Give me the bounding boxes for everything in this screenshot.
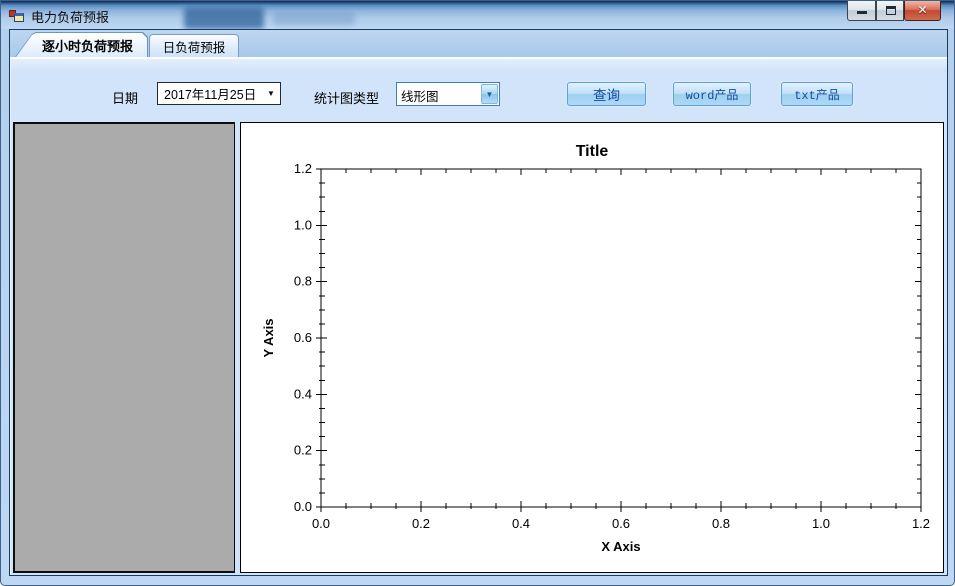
tab-strip: 逐小时负荷预报 日负荷预报 xyxy=(10,30,947,57)
maximize-button[interactable] xyxy=(876,1,904,21)
svg-text:Title: Title xyxy=(576,143,609,160)
svg-text:1.2: 1.2 xyxy=(912,516,930,531)
chart-panel: 0.0 0.2 0.4 0.6 0.8 1.0 1.2 0.0 0.2 0.4 0.6 0.8 1.0 1… xyxy=(240,122,944,573)
tab-label: 逐小时负荷预报 xyxy=(16,33,147,57)
chevron-down-icon: ▼ xyxy=(481,84,498,104)
chart-type-label: 统计图类型 xyxy=(314,91,380,106)
titlebar: 电力负荷预报 ✕ xyxy=(1,1,954,29)
tab-page: 日期 2017年11月25日 ▼ 统计图类型 线形图 ▼ 查询 word产品 t… xyxy=(10,57,947,575)
chart-type-value: 线形图 xyxy=(401,90,439,104)
svg-text:Y Axis: Y Axis xyxy=(261,318,276,357)
tab-hourly-forecast[interactable]: 逐小时负荷预报 xyxy=(15,32,148,57)
chart-svg: 0.0 0.2 0.4 0.6 0.8 1.0 1.2 0.0 0.2 0.4 0.6 0.8 1.0 1… xyxy=(261,143,930,554)
word-export-button[interactable]: word产品 xyxy=(673,82,751,106)
date-label: 日期 xyxy=(112,91,139,106)
query-button[interactable]: 查询 xyxy=(567,82,646,106)
maximize-icon xyxy=(886,6,896,15)
client-area: 逐小时负荷预报 日负荷预报 日期 2017年11月25日 ▼ 统计图类型 线形图… xyxy=(9,29,948,576)
svg-text:0.6: 0.6 xyxy=(294,330,312,345)
date-value: 2017年11月25日 xyxy=(164,88,257,102)
app-window: 电力负荷预报 ✕ 逐小时负荷预报 日负荷预报 日期 2017年11月25日 ▼ … xyxy=(0,0,955,586)
date-picker[interactable]: 2017年11月25日 ▼ xyxy=(157,82,281,105)
tab-daily-forecast[interactable]: 日负荷预报 xyxy=(149,34,239,57)
svg-text:X Axis: X Axis xyxy=(601,539,640,554)
tab-label: 日负荷预报 xyxy=(162,40,226,55)
svg-text:0.0: 0.0 xyxy=(312,516,330,531)
window-title: 电力负荷预报 xyxy=(31,10,110,25)
titlebar-smudge xyxy=(273,11,355,25)
svg-text:0.8: 0.8 xyxy=(294,274,312,289)
txt-export-button[interactable]: txt产品 xyxy=(781,82,853,106)
svg-text:1.0: 1.0 xyxy=(812,516,830,531)
app-icon xyxy=(9,7,25,23)
svg-text:0.8: 0.8 xyxy=(712,516,730,531)
svg-text:1.2: 1.2 xyxy=(294,161,312,176)
minimize-button[interactable] xyxy=(847,1,876,21)
minimize-icon xyxy=(857,11,867,14)
svg-text:0.4: 0.4 xyxy=(512,516,530,531)
svg-text:0.2: 0.2 xyxy=(294,443,312,458)
data-grid-panel xyxy=(13,122,235,573)
svg-text:0.0: 0.0 xyxy=(294,499,312,514)
chart-type-select[interactable]: 线形图 ▼ xyxy=(396,82,500,106)
titlebar-smudge xyxy=(184,7,264,29)
svg-text:0.2: 0.2 xyxy=(412,516,430,531)
chevron-down-icon: ▼ xyxy=(267,89,275,98)
svg-text:0.4: 0.4 xyxy=(294,386,312,401)
svg-text:0.6: 0.6 xyxy=(612,516,630,531)
close-button[interactable]: ✕ xyxy=(904,1,941,21)
window-controls: ✕ xyxy=(847,1,941,22)
svg-text:1.0: 1.0 xyxy=(294,217,312,232)
close-icon: ✕ xyxy=(917,3,928,17)
